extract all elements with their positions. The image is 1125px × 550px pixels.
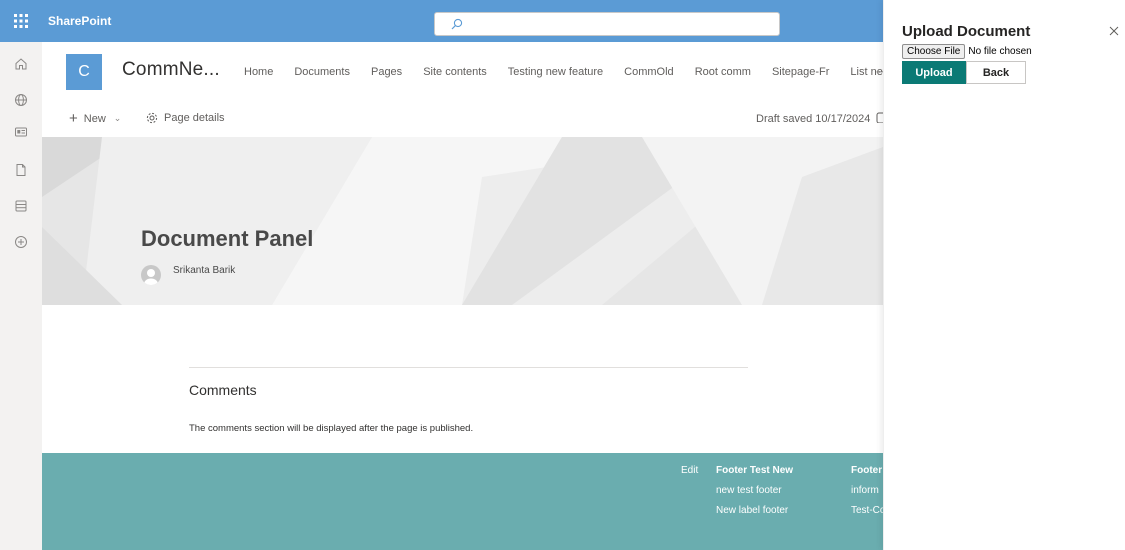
panel-title: Upload Document bbox=[902, 23, 1031, 40]
top-navigation: Home Documents Pages Site contents Testi… bbox=[244, 66, 891, 78]
nav-item-commold[interactable]: CommOld bbox=[624, 66, 674, 78]
add-circle-icon[interactable] bbox=[12, 233, 30, 251]
file-input: Choose File No file chosen bbox=[902, 44, 1032, 59]
new-label: New bbox=[83, 112, 106, 125]
author-name[interactable]: Srikanta Barik bbox=[173, 265, 235, 276]
left-rail bbox=[0, 42, 42, 550]
nav-item-documents[interactable]: Documents bbox=[294, 66, 350, 78]
comments-heading: Comments bbox=[189, 382, 257, 398]
home-icon[interactable] bbox=[12, 55, 30, 73]
app-name[interactable]: SharePoint bbox=[48, 14, 111, 28]
author-avatar[interactable] bbox=[141, 265, 161, 285]
footer-link[interactable]: Test-Co bbox=[851, 505, 883, 516]
hero-banner bbox=[42, 137, 883, 305]
page-details-label: Page details bbox=[164, 112, 225, 124]
close-icon[interactable] bbox=[1107, 24, 1121, 38]
gear-icon bbox=[146, 112, 158, 124]
choose-file-button[interactable]: Choose File bbox=[902, 44, 966, 59]
nav-item-root-comm[interactable]: Root comm bbox=[695, 66, 751, 78]
footer-link[interactable]: Footer bbox=[851, 465, 883, 476]
back-button[interactable]: Back bbox=[966, 61, 1026, 84]
search-icon bbox=[451, 18, 463, 30]
footer-column-2: Footer inform Test-Co bbox=[851, 465, 883, 525]
upload-document-panel: Upload Document Choose File No file chos… bbox=[883, 0, 1125, 550]
footer-edit-link[interactable]: Edit bbox=[681, 465, 698, 476]
nav-item-sitepage-fr[interactable]: Sitepage-Fr bbox=[772, 66, 829, 78]
nav-item-pages[interactable]: Pages bbox=[371, 66, 402, 78]
nav-item-site-contents[interactable]: Site contents bbox=[423, 66, 487, 78]
nav-item-home[interactable]: Home bbox=[244, 66, 273, 78]
news-icon[interactable] bbox=[12, 123, 30, 141]
site-title[interactable]: CommNe... bbox=[122, 59, 220, 81]
page-details-button[interactable]: Page details bbox=[146, 112, 225, 124]
chevron-down-icon: ⌄ bbox=[113, 113, 122, 123]
upload-button[interactable]: Upload bbox=[902, 61, 966, 84]
document-icon[interactable] bbox=[12, 161, 30, 179]
partially-hidden-icon[interactable] bbox=[876, 111, 883, 123]
footer-link[interactable]: new test footer bbox=[716, 485, 793, 496]
search-input[interactable] bbox=[434, 12, 780, 36]
app-launcher-icon[interactable] bbox=[0, 0, 42, 42]
draft-status: Draft saved 10/17/2024 bbox=[756, 113, 871, 125]
footer-link[interactable]: New label footer bbox=[716, 505, 793, 516]
hero-background-image bbox=[42, 137, 883, 305]
panel-actions: Upload Back bbox=[902, 61, 1026, 84]
globe-icon[interactable] bbox=[12, 91, 30, 109]
plus-icon: + bbox=[69, 110, 78, 127]
nav-item-testing-new-feature[interactable]: Testing new feature bbox=[508, 66, 603, 78]
site-logo[interactable]: C bbox=[66, 54, 102, 90]
list-icon[interactable] bbox=[12, 197, 30, 215]
file-status: No file chosen bbox=[968, 46, 1032, 57]
comments-divider bbox=[189, 367, 748, 368]
page-title: Document Panel bbox=[141, 226, 314, 251]
footer-link[interactable]: inform bbox=[851, 485, 883, 496]
footer-link[interactable]: Footer Test New bbox=[716, 465, 793, 476]
new-button[interactable]: + New ⌄ bbox=[69, 111, 121, 126]
footer-column-1: Footer Test New new test footer New labe… bbox=[716, 465, 793, 525]
comments-note: The comments section will be displayed a… bbox=[189, 423, 474, 434]
